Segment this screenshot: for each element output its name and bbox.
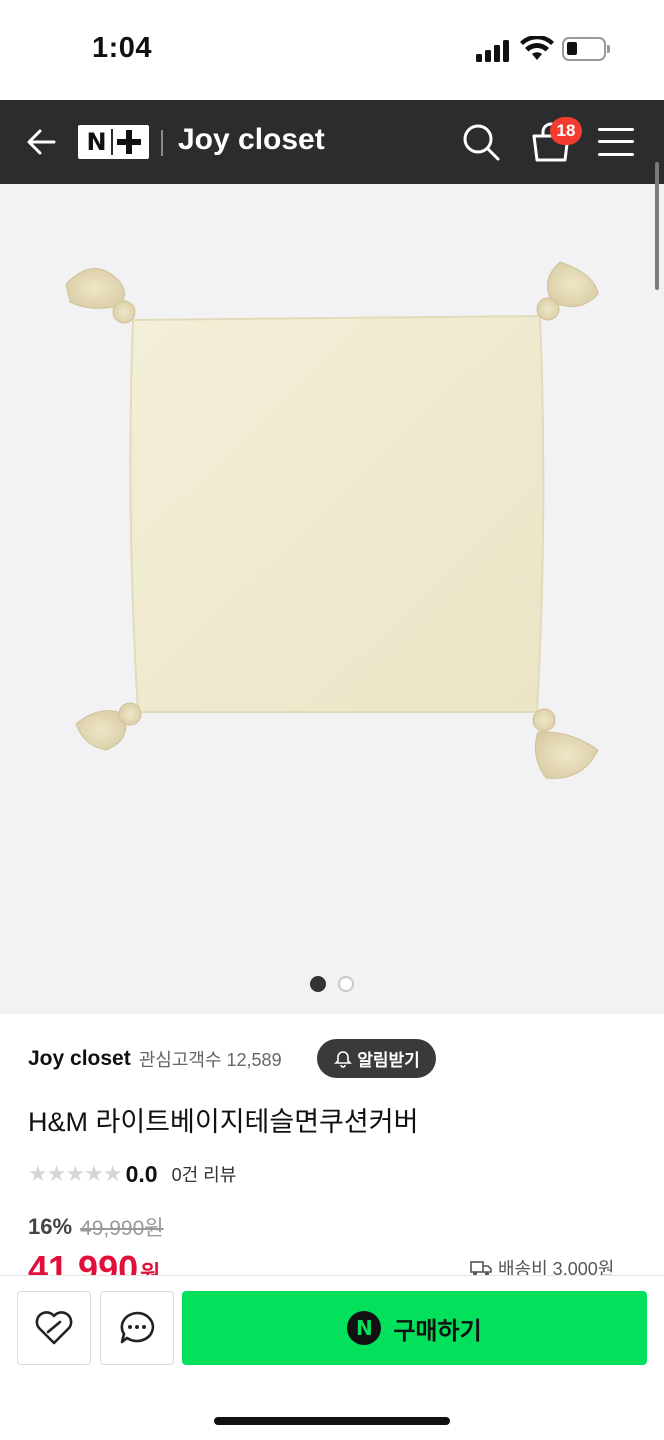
store-link[interactable]: Joy closet xyxy=(28,1047,131,1071)
gallery-dot[interactable] xyxy=(338,976,354,992)
gallery-dot-active[interactable] xyxy=(310,976,326,992)
followers-count: 관심고객수 12,589 xyxy=(138,1050,282,1070)
wishlist-button[interactable] xyxy=(17,1291,91,1365)
page-scroll-indicator xyxy=(655,162,659,290)
star-rating-icon: ★★★★★ xyxy=(28,1161,123,1186)
battery-cap xyxy=(607,45,610,53)
signal-icon xyxy=(476,40,510,62)
heart-icon xyxy=(35,1311,73,1345)
product-title: H&M 라이트베이지테슬면쿠션커버 xyxy=(28,1107,419,1137)
plus-icon xyxy=(116,130,141,154)
home-indicator[interactable] xyxy=(214,1417,450,1425)
header-divider xyxy=(161,130,163,156)
logo-n: N xyxy=(86,128,107,156)
status-bar: 1:04 xyxy=(0,0,664,100)
discount-row: 16% 49,990원 xyxy=(28,1211,164,1243)
cushion-photo xyxy=(65,261,599,779)
alarm-label: 알림받기 xyxy=(357,1051,420,1070)
rating-row[interactable]: ★★★★★ 0.0 0건 리뷰 xyxy=(28,1158,236,1190)
buy-now-button[interactable]: N 구매하기 xyxy=(182,1291,647,1365)
store-info-row: Joy closet 관심고객수 12,589 xyxy=(28,1040,282,1078)
search-icon[interactable] xyxy=(460,121,502,163)
bell-plus-icon xyxy=(334,1050,353,1068)
review-count[interactable]: 0건 리뷰 xyxy=(172,1161,237,1187)
cart-count-badge: 18 xyxy=(550,117,582,145)
status-time: 1:04 xyxy=(92,32,153,64)
talk-chat-button[interactable] xyxy=(100,1291,174,1365)
hamburger-menu-icon[interactable] xyxy=(598,128,634,156)
wifi-icon xyxy=(520,36,554,60)
naver-pay-logo: N xyxy=(347,1311,382,1345)
gallery-pagination xyxy=(310,976,356,992)
naver-plus-logo[interactable]: N xyxy=(78,125,149,159)
rating-value: 0.0 xyxy=(125,1160,158,1187)
battery-icon xyxy=(562,37,606,61)
discount-rate: 16% xyxy=(28,1214,73,1239)
chat-bubble-icon xyxy=(120,1311,155,1344)
header-store-name[interactable]: Joy closet xyxy=(178,123,325,157)
notification-subscribe-button[interactable]: 알림받기 xyxy=(317,1039,436,1078)
buy-now-label: 구매하기 xyxy=(393,1317,482,1345)
back-arrow-icon[interactable] xyxy=(22,122,62,162)
original-price: 49,990원 xyxy=(80,1217,164,1240)
product-image-gallery[interactable] xyxy=(0,184,664,1014)
